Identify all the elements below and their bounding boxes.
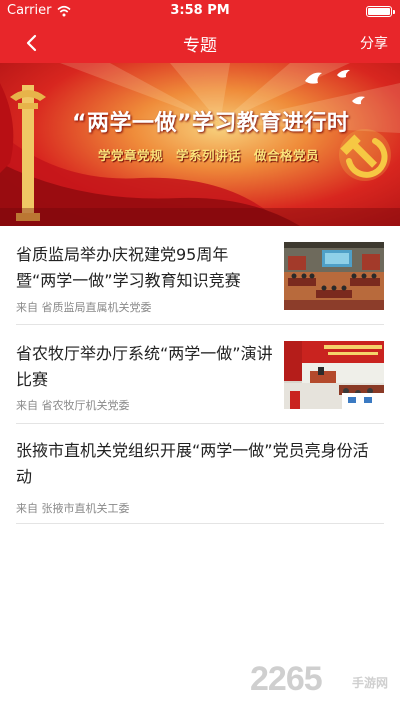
topic-banner[interactable]: “两学一做”学习教育进行时 学党章党规 学系列讲话 做合格党员 [0, 63, 400, 226]
banner-subtitle: 学党章党规 学系列讲话 做合格党员 [98, 148, 320, 163]
news-title: 省质监局举办庆祝建党95周年暨“两学一做”学习教育知识竞赛 [16, 245, 241, 290]
news-title: 张掖市直机关党组织开展“两学一做”党员亮身份活动 [16, 441, 369, 486]
page-title: 专题 [183, 36, 217, 56]
news-item[interactable]: 张掖市直机关党组织开展“两学一做”党员亮身份活动 来自 张掖市直机关工委 [16, 424, 384, 524]
watermark-text: 2265 [250, 660, 323, 698]
nav-bar: 专题 分享 [0, 22, 400, 63]
site-watermark: 2265 手游网 [250, 660, 390, 700]
watermark-subtext: 手游网 [352, 676, 389, 690]
news-source: 来自 张掖市直机关工委 [16, 502, 130, 515]
app-header: Carrier 3:58 PM 专题 分享 [0, 0, 400, 63]
news-title: 省农牧厅举办厅系统“两学一做”演讲比赛 [16, 344, 273, 389]
speech-contest-photo [284, 341, 384, 409]
share-button[interactable]: 分享 [360, 33, 388, 53]
news-source: 来自 省农牧厅机关党委 [16, 399, 130, 412]
news-source: 来自 省质监局直属机关党委 [16, 301, 152, 314]
news-thumbnail [284, 341, 384, 409]
battery-icon [366, 6, 395, 17]
news-item[interactable]: 省农牧厅举办厅系统“两学一做”演讲比赛 来自 省农牧厅机关党委 [16, 325, 384, 424]
status-bar: Carrier 3:58 PM [0, 0, 400, 22]
news-item[interactable]: 省质监局举办庆祝建党95周年暨“两学一做”学习教育知识竞赛 来自 省质监局直属机… [16, 226, 384, 325]
banner-title: “两学一做”学习教育进行时 [72, 111, 350, 136]
chevron-left-icon [26, 34, 37, 52]
news-thumbnail [284, 242, 384, 310]
back-button[interactable] [14, 29, 48, 57]
status-time: 3:58 PM [170, 3, 230, 18]
conference-photo [284, 242, 384, 310]
